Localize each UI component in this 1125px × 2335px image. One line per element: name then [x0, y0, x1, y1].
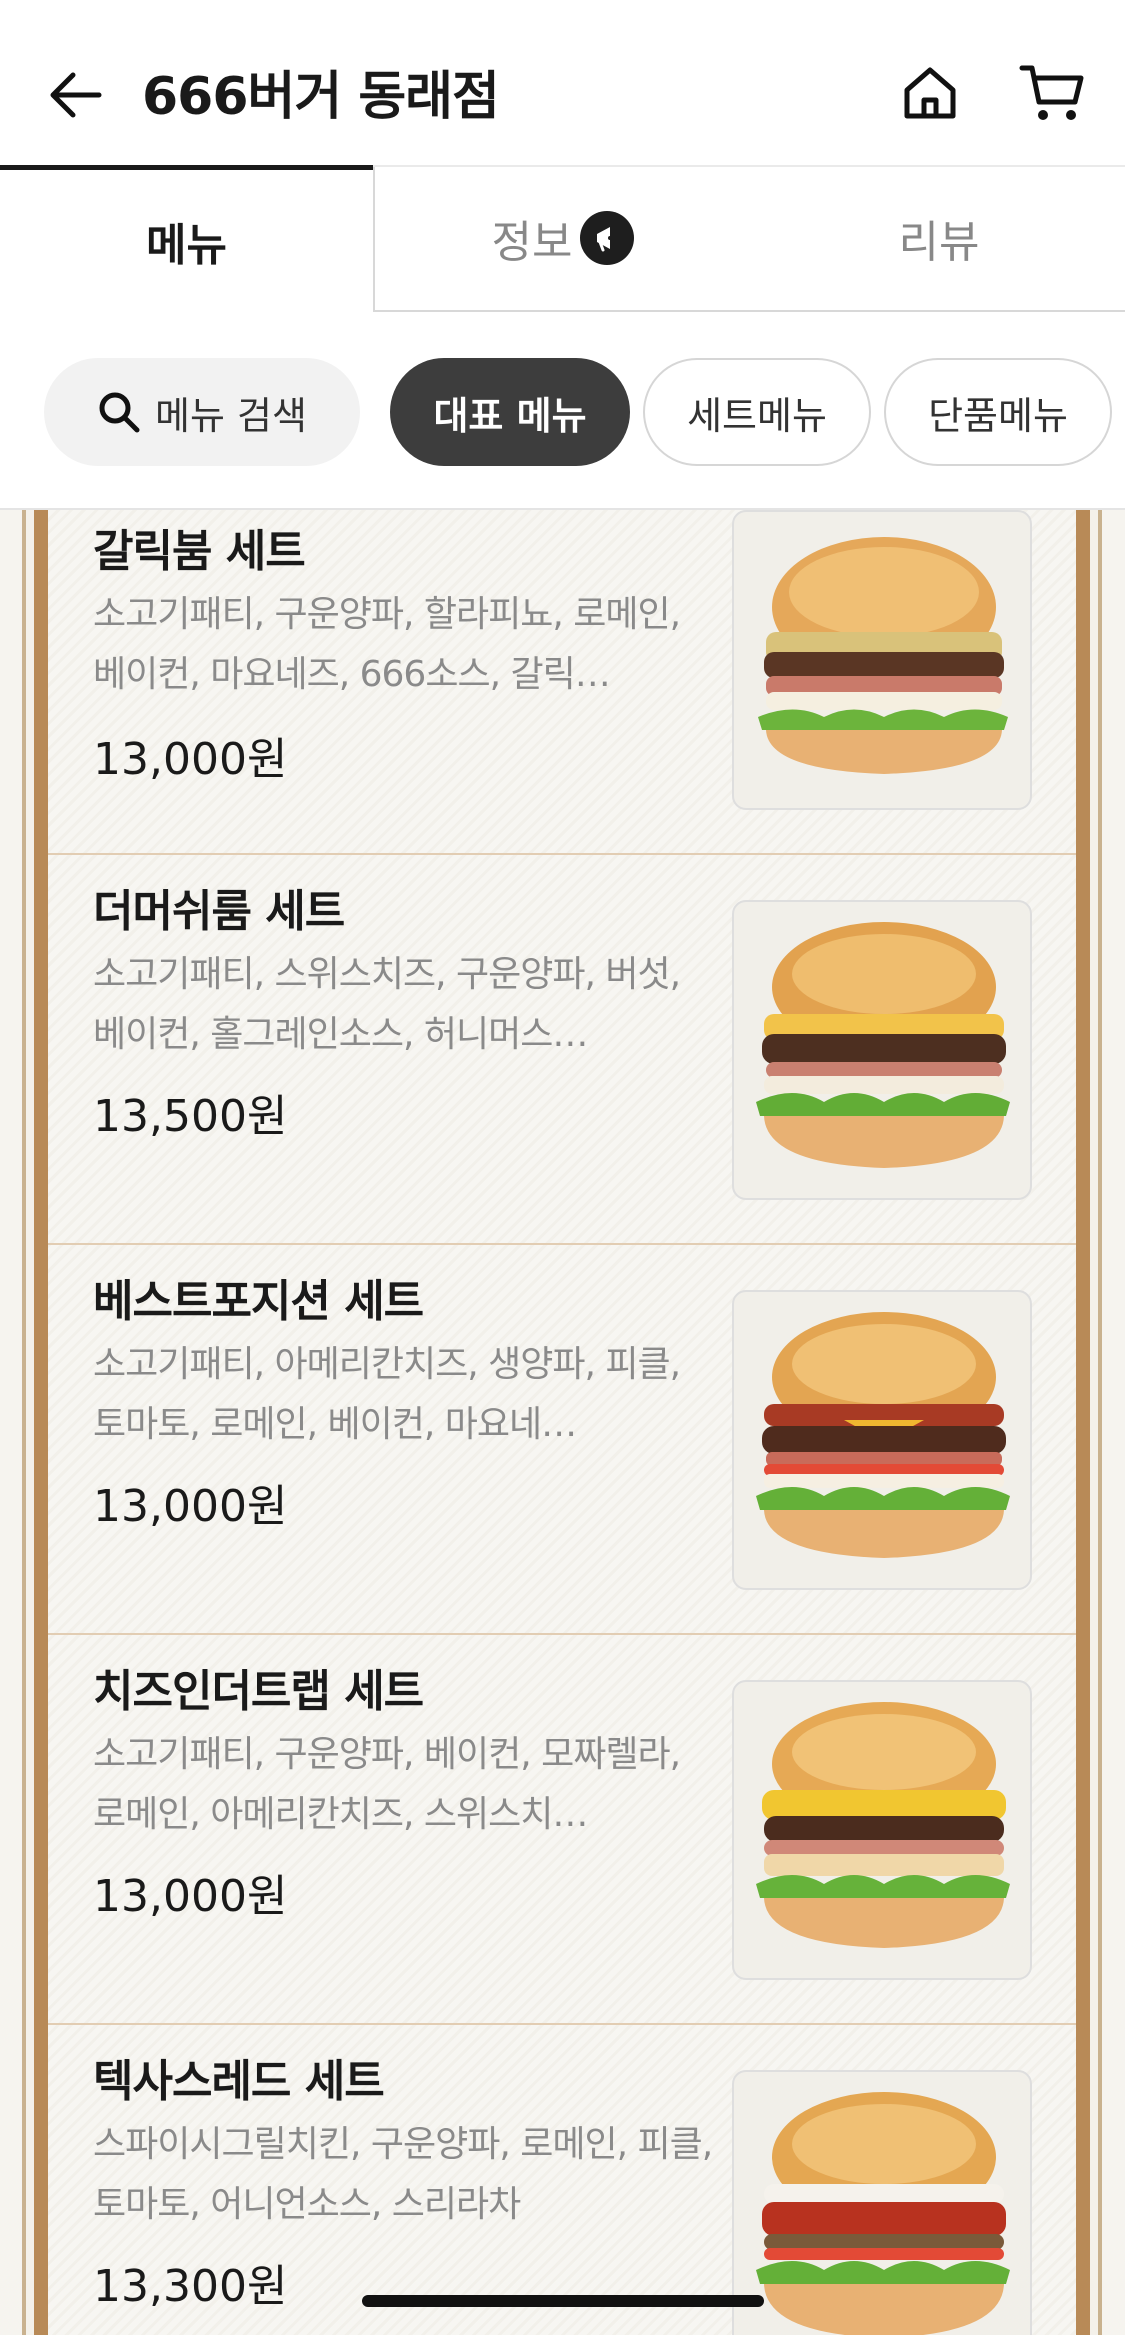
home-icon [904, 67, 956, 119]
cart-icon [1019, 65, 1084, 120]
menu-item-desc: 소고기패티, 구운양파, 베이컨, 모짜렐라, 로메인, 아메리칸치즈, 스위스… [93, 1734, 681, 1835]
menu-item-name: 갈릭붐 세트 [93, 526, 306, 577]
menu-item-name: 치즈인더트랩 세트 [93, 1666, 424, 1717]
tab-review[interactable]: 리뷰 [751, 165, 1125, 310]
menu-search-label: 메뉴 검색 [155, 393, 307, 438]
menu-filter-bar: 메뉴 검색 대표 메뉴 세트메뉴 단품메뉴 [0, 312, 1125, 510]
menu-item-desc: 소고기패티, 아메리칸치즈, 생양파, 피클, 토마토, 로메인, 베이컨, 마… [93, 1344, 681, 1445]
home-button[interactable] [895, 58, 965, 128]
menu-item[interactable]: 갈릭붐 세트 소고기패티, 구운양파, 할라피뇨, 로메인, 베이컨, 마요네즈… [48, 510, 1076, 855]
menu-item-desc: 소고기패티, 스위스치즈, 구운양파, 버섯, 베이컨, 홀그레인소스, 허니머… [93, 954, 681, 1055]
board-border [1076, 510, 1090, 2335]
board-border [34, 510, 48, 2335]
menu-item-name: 더머쉬룸 세트 [93, 886, 345, 937]
menu-item[interactable]: 텍사스레드 세트 스파이시그릴치킨, 구운양파, 로메인, 피클, 토마토, 어… [48, 2025, 1076, 2335]
menu-item-price: 13,000원 [93, 1871, 288, 1922]
burger-image [732, 900, 1032, 1200]
tab-menu-label: 메뉴 [146, 220, 227, 271]
chip-single-menu[interactable]: 단품메뉴 [884, 358, 1112, 466]
arrow-left-icon [50, 72, 102, 118]
menu-list: 갈릭붐 세트 소고기패티, 구운양파, 할라피뇨, 로메인, 베이컨, 마요네즈… [0, 510, 1125, 2335]
menu-item-price: 13,500원 [93, 1091, 288, 1142]
back-button[interactable] [40, 60, 110, 130]
menu-item-name: 텍사스레드 세트 [93, 2056, 385, 2107]
burger-image [732, 1680, 1032, 1980]
store-title: 666버거 동래점 [142, 67, 500, 127]
menu-item-name: 베스트포지션 세트 [93, 1276, 424, 1327]
burger-image [732, 2070, 1032, 2335]
tab-divider [373, 165, 1125, 167]
megaphone-icon [580, 210, 635, 265]
menu-item-price: 13,000원 [93, 1481, 288, 1532]
tab-info[interactable]: 정보 [375, 165, 751, 310]
home-indicator[interactable] [362, 2295, 764, 2307]
cart-button[interactable] [1012, 58, 1092, 128]
search-icon [97, 390, 141, 434]
chip-representative-menu[interactable]: 대표 메뉴 [390, 358, 630, 466]
tab-info-label: 정보 [491, 216, 573, 268]
menu-item[interactable]: 더머쉬룸 세트 소고기패티, 스위스치즈, 구운양파, 버섯, 베이컨, 홀그레… [48, 855, 1076, 1245]
tab-menu[interactable]: 메뉴 [0, 165, 373, 312]
menu-item-price: 13,300원 [93, 2261, 288, 2312]
menu-item-desc: 소고기패티, 구운양파, 할라피뇨, 로메인, 베이컨, 마요네즈, 666소스… [93, 594, 681, 695]
burger-image [732, 510, 1032, 810]
menu-item[interactable]: 베스트포지션 세트 소고기패티, 아메리칸치즈, 생양파, 피클, 토마토, 로… [48, 1245, 1076, 1635]
app-header: 666버거 동래점 [0, 0, 1125, 165]
chip-set-menu[interactable]: 세트메뉴 [643, 358, 871, 466]
menu-item-desc: 스파이시그릴치킨, 구운양파, 로메인, 피클, 토마토, 어니언소스, 스리라… [93, 2124, 713, 2225]
menu-search-button[interactable]: 메뉴 검색 [44, 358, 360, 466]
tab-review-label: 리뷰 [898, 216, 980, 268]
menu-item-price: 13,000원 [93, 734, 288, 785]
frame-line [1098, 510, 1102, 2335]
store-tabs: 메뉴 정보 리뷰 [0, 165, 1125, 312]
menu-item[interactable]: 치즈인더트랩 세트 소고기패티, 구운양파, 베이컨, 모짜렐라, 로메인, 아… [48, 1635, 1076, 2025]
burger-image [732, 1290, 1032, 1590]
tab-group: 정보 리뷰 [373, 165, 1125, 312]
